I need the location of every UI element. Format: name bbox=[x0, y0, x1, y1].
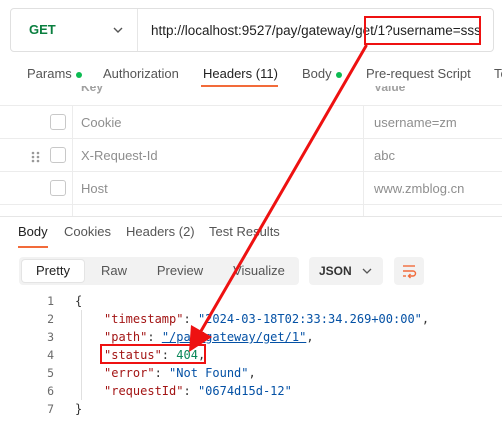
view-pretty-button[interactable]: Pretty bbox=[22, 260, 84, 282]
view-visualize-button[interactable]: Visualize bbox=[222, 260, 296, 282]
code-line: 7 } bbox=[0, 400, 502, 418]
json-colon: : bbox=[183, 312, 198, 326]
view-preview-button[interactable]: Preview bbox=[145, 260, 215, 282]
column-divider bbox=[72, 172, 73, 205]
json-key: "requestId" bbox=[104, 384, 184, 398]
header-key[interactable]: Host bbox=[81, 181, 108, 196]
json-comma: , bbox=[306, 330, 314, 344]
header-row: X-Request-Id abc bbox=[0, 138, 502, 172]
drag-handle-icon[interactable] bbox=[31, 151, 41, 163]
line-number: 4 bbox=[47, 348, 54, 362]
json-string: "0674d15d-12" bbox=[197, 384, 292, 398]
url-text-part1: http://localhost:9527/pay/gateway/ge bbox=[151, 23, 371, 38]
header-key[interactable]: X-Request-Id bbox=[81, 148, 158, 163]
code-text: { bbox=[75, 294, 83, 308]
code-text: "timestamp": "2024-03-18T02:33:34.269+00… bbox=[104, 310, 429, 328]
json-comma: , bbox=[248, 366, 256, 380]
header-row-checkbox[interactable] bbox=[50, 147, 66, 163]
json-key: "path" bbox=[104, 330, 148, 344]
response-tabs: Body Cookies Headers (2) Test Results bbox=[0, 222, 502, 244]
code-line: 1 { bbox=[0, 292, 502, 310]
code-text: "requestId": "0674d15d-12" bbox=[104, 382, 292, 400]
line-number: 5 bbox=[47, 366, 54, 380]
col-key-header: Key bbox=[81, 86, 104, 94]
header-row: Host www.zmblog.cn bbox=[0, 171, 502, 205]
tab-headers[interactable]: Headers (11) bbox=[203, 66, 278, 81]
code-text: "error": "Not Found", bbox=[104, 364, 256, 382]
line-number: 2 bbox=[47, 312, 54, 326]
tab-pre-request-script[interactable]: Pre-request Script bbox=[366, 66, 471, 81]
method-label: GET bbox=[29, 22, 56, 37]
method-select[interactable]: GET bbox=[11, 9, 138, 51]
line-number: 3 bbox=[47, 330, 54, 344]
tab-test-results[interactable]: Test Results bbox=[209, 224, 280, 239]
header-row-empty bbox=[0, 204, 502, 217]
tab-tests[interactable]: Te bbox=[494, 66, 502, 81]
column-divider bbox=[363, 172, 364, 205]
url-highlight-box bbox=[364, 16, 481, 45]
json-colon: : bbox=[147, 330, 162, 344]
code-line: 3 "path": "/pay/gateway/get/1", bbox=[0, 328, 502, 346]
headers-table-header: Key Value bbox=[0, 86, 502, 98]
format-label: JSON bbox=[319, 264, 352, 278]
json-key: "timestamp" bbox=[104, 312, 184, 326]
column-divider bbox=[72, 139, 73, 172]
json-colon: : bbox=[154, 366, 170, 380]
header-key[interactable]: Cookie bbox=[81, 115, 121, 130]
line-number: 7 bbox=[47, 402, 54, 416]
header-value[interactable]: username=zm bbox=[374, 115, 457, 130]
body-indicator-dot bbox=[335, 71, 342, 78]
header-row-checkbox[interactable] bbox=[50, 114, 66, 130]
tab-authorization[interactable]: Authorization bbox=[103, 66, 179, 81]
params-indicator-dot bbox=[75, 71, 82, 78]
json-string: "2024-03-18T02:33:34.269+00:00" bbox=[197, 312, 422, 326]
wrap-lines-icon bbox=[403, 265, 417, 279]
tab-body[interactable]: Body bbox=[302, 66, 342, 81]
header-row-checkbox[interactable] bbox=[50, 180, 66, 196]
tab-params-label: Params bbox=[27, 66, 72, 81]
col-value-header: Value bbox=[374, 86, 406, 94]
code-line: 2 "timestamp": "2024-03-18T02:33:34.269+… bbox=[0, 310, 502, 328]
view-raw-button[interactable]: Raw bbox=[89, 260, 139, 282]
column-divider bbox=[363, 139, 364, 172]
line-number: 6 bbox=[47, 384, 54, 398]
column-divider bbox=[72, 106, 73, 139]
json-comma: , bbox=[421, 312, 430, 326]
format-select[interactable]: JSON bbox=[309, 257, 383, 285]
chevron-down-icon bbox=[113, 27, 123, 33]
pane-divider[interactable] bbox=[0, 216, 502, 217]
json-string[interactable]: "/pay/gateway/get/1" bbox=[162, 330, 307, 344]
header-value[interactable]: www.zmblog.cn bbox=[374, 181, 464, 196]
column-divider bbox=[363, 106, 364, 139]
chevron-down-icon bbox=[362, 268, 372, 274]
status-highlight-box bbox=[100, 344, 206, 364]
json-string: "Not Found" bbox=[169, 366, 249, 380]
tab-params[interactable]: Params bbox=[27, 66, 82, 81]
line-number: 1 bbox=[47, 294, 54, 308]
code-line: 4 "status": 404, bbox=[0, 346, 502, 364]
tab-body-label: Body bbox=[302, 66, 332, 81]
tab-response-cookies[interactable]: Cookies bbox=[64, 224, 111, 239]
header-row: Cookie username=zm bbox=[0, 105, 502, 139]
json-key: "error" bbox=[104, 366, 155, 380]
tab-response-headers[interactable]: Headers (2) bbox=[126, 224, 195, 239]
code-line: 6 "requestId": "0674d15d-12" bbox=[0, 382, 502, 400]
header-value[interactable]: abc bbox=[374, 148, 395, 163]
active-response-tab-indicator bbox=[18, 246, 48, 248]
wrap-lines-button[interactable] bbox=[394, 257, 424, 285]
code-text: } bbox=[75, 402, 83, 416]
json-colon: : bbox=[183, 384, 198, 398]
code-line: 5 "error": "Not Found", bbox=[0, 364, 502, 382]
view-mode-switch: Pretty Raw Preview Visualize bbox=[19, 257, 299, 285]
tab-response-body[interactable]: Body bbox=[18, 224, 48, 239]
